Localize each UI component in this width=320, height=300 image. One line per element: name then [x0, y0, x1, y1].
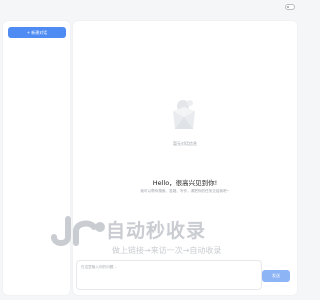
input-placeholder: 在这里输入你的问题...: [81, 265, 117, 269]
greeting-subtitle: 我可以帮你搜索、答疑、写作，请把你的任务交给我吧~: [140, 189, 230, 193]
watermark-main-text: 自动秒收录: [106, 220, 207, 242]
top-bar: [0, 0, 300, 16]
new-chat-button[interactable]: + 新建对话: [8, 27, 66, 38]
empty-state-text: 暂无对话信息: [173, 141, 197, 146]
message-input[interactable]: 在这里输入你的问题...: [76, 260, 262, 290]
jr-logo-icon: [51, 216, 105, 246]
greeting-title: Hello，很高兴见到你!: [152, 179, 218, 187]
watermark-sub-text: 做上链接→来访一次→自动收录: [112, 246, 222, 255]
empty-box-icon: [173, 100, 195, 129]
toggle-icon[interactable]: [285, 4, 295, 10]
send-button[interactable]: 发送: [262, 270, 290, 282]
